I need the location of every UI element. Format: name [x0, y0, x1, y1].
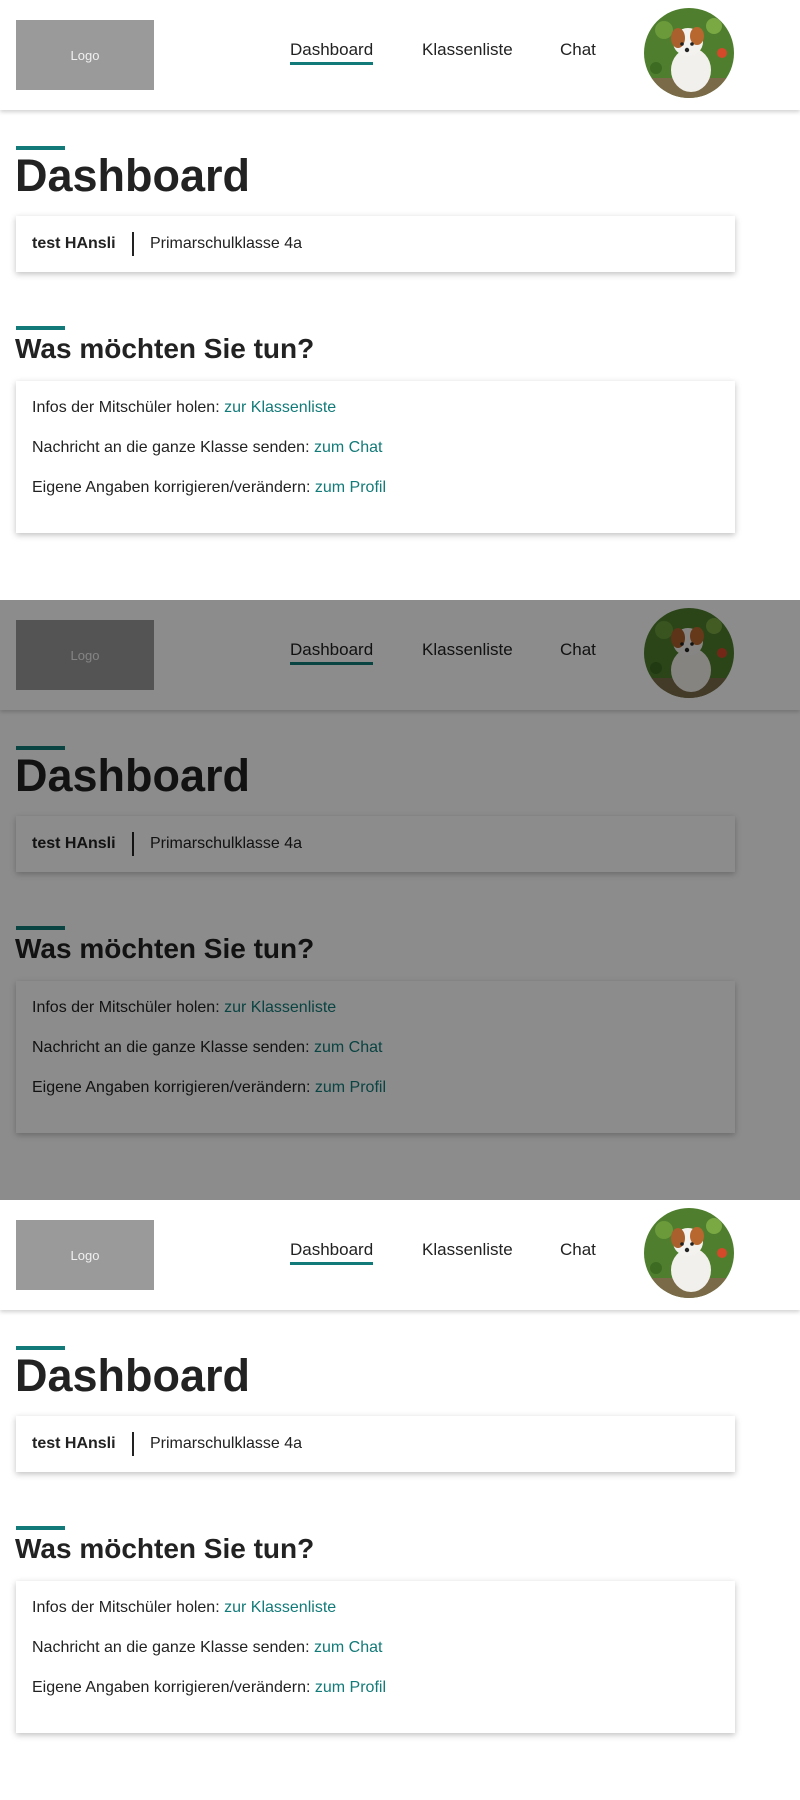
- active-indicator: [290, 62, 374, 65]
- avatar[interactable]: [644, 8, 734, 98]
- subtitle-accent: [16, 326, 65, 330]
- user-card: test HAnsli Primarschulklasse 4a: [16, 1416, 735, 1472]
- link-klassenliste[interactable]: zur Klassenliste: [224, 399, 336, 416]
- logo-text: Logo: [70, 1247, 100, 1263]
- nav-dashboard-label: Dashboard: [290, 40, 374, 59]
- action-row: Eigene Angaben korrigieren/verändern: zu…: [32, 1679, 386, 1697]
- dog-photo-icon: [644, 1208, 734, 1298]
- nav-klassenliste[interactable]: Klassenliste: [422, 1240, 513, 1270]
- user-name: test HAnsli: [32, 1435, 116, 1452]
- action-row: Nachricht an die ganze Klasse senden: zu…: [32, 1639, 382, 1657]
- logo-text: Logo: [70, 47, 100, 63]
- link-profil[interactable]: zum Profil: [315, 1679, 386, 1696]
- section-title: Was möchten Sie tun?: [15, 1533, 315, 1564]
- user-class: Primarschulklasse 4a: [150, 1435, 303, 1452]
- logo[interactable]: Logo: [16, 20, 154, 90]
- nav-chat[interactable]: Chat: [560, 40, 596, 70]
- logo[interactable]: Logo: [16, 1220, 154, 1290]
- action-row: Infos der Mitschüler holen: zur Klassenl…: [32, 399, 336, 417]
- action-text: Infos der Mitschüler holen:: [32, 399, 220, 416]
- nav-klassenliste[interactable]: Klassenliste: [422, 40, 513, 70]
- action-row: Infos der Mitschüler holen: zur Klassenl…: [32, 1599, 336, 1617]
- nav-chat-label: Chat: [560, 1240, 596, 1259]
- actions-card: Infos der Mitschüler holen: zur Klassenl…: [16, 1581, 735, 1733]
- nav-chat-label: Chat: [560, 40, 596, 59]
- action-row: Eigene Angaben korrigieren/verändern: zu…: [32, 479, 386, 497]
- divider: [132, 1432, 134, 1456]
- dog-photo-icon: [644, 8, 734, 98]
- subtitle-accent: [16, 1526, 65, 1530]
- modal-backdrop[interactable]: [0, 600, 800, 1200]
- user-class: Primarschulklasse 4a: [150, 235, 303, 252]
- active-indicator: [290, 1262, 374, 1265]
- user-card: test HAnsli Primarschulklasse 4a: [16, 216, 735, 272]
- user-name: test HAnsli: [32, 235, 116, 252]
- action-text: Infos der Mitschüler holen:: [32, 1599, 220, 1616]
- nav-klassenliste-label: Klassenliste: [422, 40, 513, 59]
- link-chat[interactable]: zum Chat: [314, 1639, 382, 1656]
- top-navbar: Logo Dashboard Klassenliste Chat: [0, 1200, 800, 1310]
- link-klassenliste[interactable]: zur Klassenliste: [224, 1599, 336, 1616]
- actions-card: Infos der Mitschüler holen: zur Klassenl…: [16, 381, 735, 533]
- action-text: Eigene Angaben korrigieren/verändern:: [32, 479, 311, 496]
- nav-klassenliste-label: Klassenliste: [422, 1240, 513, 1259]
- action-text: Eigene Angaben korrigieren/verändern:: [32, 1679, 311, 1696]
- divider: [132, 232, 134, 256]
- action-row: Nachricht an die ganze Klasse senden: zu…: [32, 439, 382, 457]
- link-chat[interactable]: zum Chat: [314, 439, 382, 456]
- screen-normal-1: Logo Dashboard Klassenliste Chat Dashboa…: [0, 0, 800, 600]
- nav-dashboard[interactable]: Dashboard: [290, 1240, 374, 1270]
- page-title: Dashboard: [15, 1350, 251, 1401]
- screen-normal-2: Logo Dashboard Klassenliste Chat Dashboa…: [0, 1200, 800, 1800]
- avatar[interactable]: [644, 1208, 734, 1298]
- page-title: Dashboard: [15, 150, 251, 201]
- action-text: Nachricht an die ganze Klasse senden:: [32, 439, 310, 456]
- top-navbar: Logo Dashboard Klassenliste Chat: [0, 0, 800, 110]
- screen-dimmed: Logo Dashboard Klassenliste Chat Dashboa…: [0, 600, 800, 1200]
- link-profil[interactable]: zum Profil: [315, 479, 386, 496]
- nav-dashboard-label: Dashboard: [290, 1240, 374, 1259]
- nav-chat[interactable]: Chat: [560, 1240, 596, 1270]
- section-title: Was möchten Sie tun?: [15, 333, 315, 364]
- action-text: Nachricht an die ganze Klasse senden:: [32, 1639, 310, 1656]
- nav-dashboard[interactable]: Dashboard: [290, 40, 374, 70]
